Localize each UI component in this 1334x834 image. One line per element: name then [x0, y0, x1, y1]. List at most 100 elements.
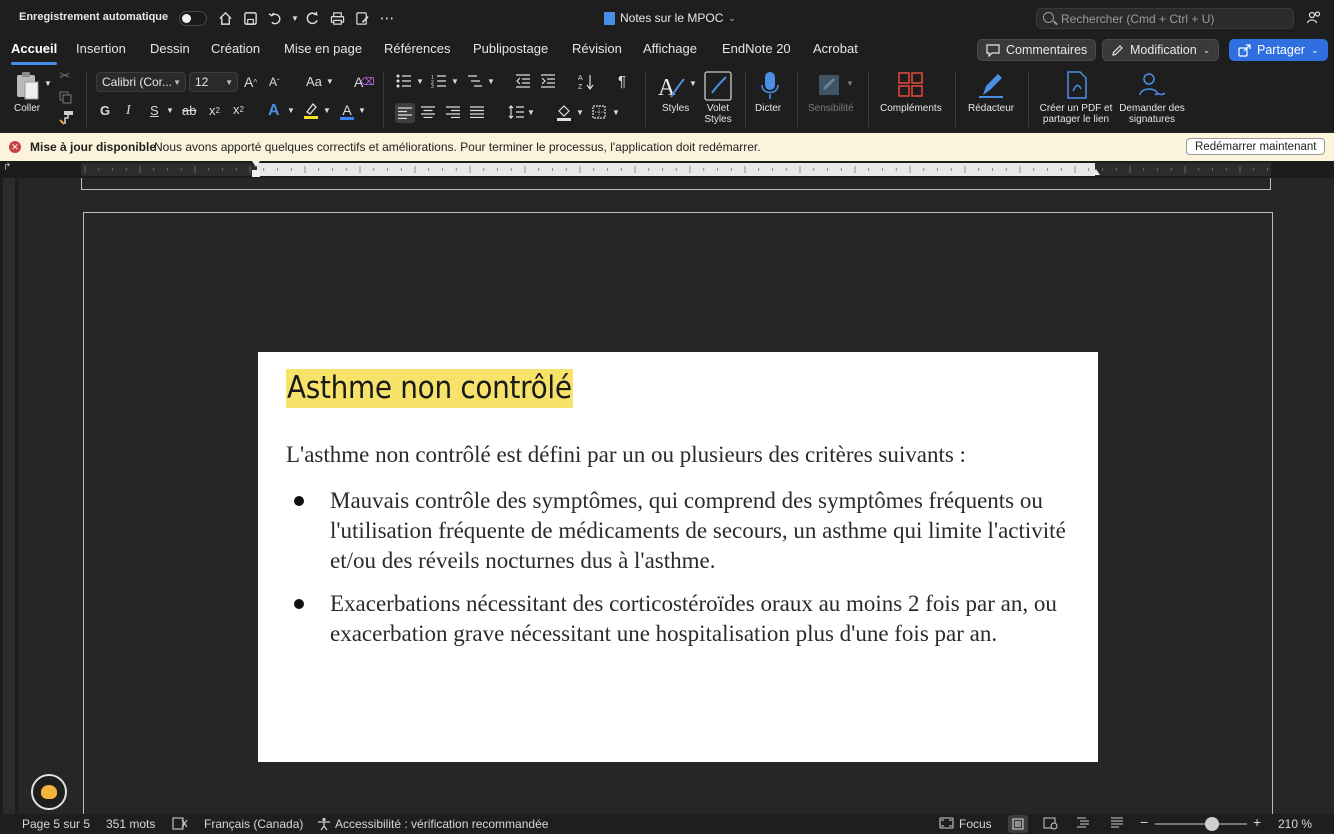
grow-font-icon[interactable]: A ^ [244, 74, 257, 90]
vertical-ruler[interactable] [0, 178, 18, 814]
zoom-slider-track[interactable] [1155, 823, 1247, 825]
tab-revision[interactable]: Révision [572, 41, 622, 56]
tab-stop-icon[interactable]: ↱ [3, 162, 11, 173]
edit-document-icon[interactable] [353, 9, 371, 27]
tab-creation[interactable]: Création [211, 41, 260, 56]
print-icon[interactable] [328, 9, 346, 27]
bold-button[interactable]: G [100, 103, 110, 118]
outline-view-button[interactable] [1076, 817, 1090, 832]
horizontal-ruler[interactable]: ↱ [0, 161, 1334, 178]
chevron-down-icon[interactable]: ▼ [323, 106, 331, 115]
search-input[interactable]: Rechercher (Cmd + Ctrl + U) [1036, 8, 1294, 29]
decrease-indent-icon[interactable] [515, 74, 531, 88]
tab-endnote[interactable]: EndNote 20 [722, 41, 791, 56]
chevron-down-icon[interactable]: ▼ [451, 77, 459, 86]
tab-acrobat[interactable]: Acrobat [813, 41, 858, 56]
zoom-slider-handle[interactable] [1205, 817, 1219, 831]
zoom-out-button[interactable]: − [1140, 814, 1148, 830]
language-indicator[interactable]: Français (Canada) [204, 817, 303, 831]
chevron-down-icon[interactable]: ▼ [287, 106, 295, 115]
highlight-color-icon[interactable] [303, 102, 319, 120]
sort-icon[interactable]: AZ [578, 73, 594, 91]
chevron-down-icon[interactable]: ▼ [358, 106, 366, 115]
subscript-icon[interactable]: x2 [209, 103, 220, 118]
undo-icon[interactable] [266, 9, 284, 27]
underline-dropdown-icon[interactable]: ▼ [166, 106, 174, 115]
tab-affichage[interactable]: Affichage [643, 41, 697, 56]
styles-pane-button[interactable] [703, 70, 733, 102]
zoom-level[interactable]: 210 % [1278, 817, 1312, 831]
redo-icon[interactable] [303, 9, 321, 27]
restart-now-button[interactable]: Redémarrer maintenant [1186, 138, 1326, 155]
strikethrough-button[interactable]: ab [182, 103, 196, 118]
addins-icon[interactable] [896, 70, 926, 100]
more-icon[interactable]: ⋯ [378, 9, 396, 27]
people-icon[interactable] [1305, 9, 1323, 27]
format-painter-icon[interactable] [58, 109, 74, 125]
font-size-select[interactable]: 12 ▼ [189, 72, 238, 92]
copy-icon[interactable] [58, 90, 72, 104]
change-case-button[interactable]: Aa ▼ [306, 74, 334, 89]
share-button[interactable]: Partager ⌄ [1229, 39, 1328, 61]
chevron-down-icon[interactable]: ▼ [527, 108, 535, 117]
superscript-icon[interactable]: x2 [233, 102, 244, 117]
editor-icon[interactable] [976, 70, 1006, 100]
italic-button[interactable]: I [126, 103, 131, 119]
document-canvas[interactable]: Asthme non contrôlé L'asthme non contrôl… [18, 178, 1334, 814]
request-signatures-icon[interactable] [1137, 70, 1167, 100]
home-icon[interactable] [216, 9, 234, 27]
tab-publipostage[interactable]: Publipostage [473, 41, 548, 56]
chevron-down-icon[interactable]: ▼ [689, 79, 697, 88]
print-layout-view-button[interactable] [1008, 815, 1028, 833]
numbering-icon[interactable]: 123 [431, 74, 447, 88]
shrink-font-icon[interactable]: Aˇ [269, 75, 280, 89]
tab-mise-en-page[interactable]: Mise en page [284, 41, 362, 56]
pilcrow-icon[interactable]: ¶ [618, 73, 626, 90]
zoom-in-button[interactable]: + [1253, 814, 1261, 830]
font-name-select[interactable]: Calibri (Cor... ▼ [96, 72, 186, 92]
chevron-down-icon[interactable]: ▼ [416, 77, 424, 86]
paste-dropdown-icon[interactable]: ▼ [44, 79, 52, 88]
styles-gallery-button[interactable]: A [657, 71, 687, 101]
increase-indent-icon[interactable] [540, 74, 556, 88]
align-right-button[interactable] [446, 106, 460, 118]
chevron-down-icon[interactable]: ▼ [576, 108, 584, 117]
save-icon[interactable] [241, 9, 259, 27]
autosave-toggle[interactable] [179, 11, 207, 26]
text-effects-icon[interactable]: A [268, 102, 280, 120]
comments-button[interactable]: Commentaires [977, 39, 1097, 61]
proofing-icon[interactable] [172, 817, 188, 833]
feedback-heart-button[interactable] [31, 774, 67, 810]
undo-dropdown-icon[interactable]: ▼ [286, 9, 304, 27]
accessibility-icon[interactable] [317, 817, 331, 834]
document-title[interactable]: Notes sur le MPOC ⌄ [604, 11, 736, 25]
font-color-icon[interactable]: A [339, 101, 355, 121]
borders-icon[interactable] [592, 105, 606, 119]
focus-icon[interactable] [939, 817, 954, 832]
line-spacing-icon[interactable] [508, 105, 524, 119]
clear-formatting-icon[interactable]: A ⌫ [354, 74, 374, 90]
close-icon[interactable]: ✕ [9, 141, 21, 153]
left-indent-marker[interactable] [252, 170, 260, 177]
right-indent-marker[interactable] [1092, 169, 1100, 175]
align-left-button[interactable] [395, 103, 415, 123]
pasted-slide-image[interactable]: Asthme non contrôlé L'asthme non contrôl… [258, 352, 1098, 762]
align-center-button[interactable] [421, 106, 435, 118]
chevron-down-icon[interactable]: ▼ [487, 77, 495, 86]
create-pdf-icon[interactable] [1063, 70, 1091, 100]
underline-button[interactable]: S [150, 103, 159, 118]
tab-accueil[interactable]: Accueil [11, 41, 58, 65]
tab-insertion[interactable]: Insertion [76, 41, 126, 56]
cut-icon[interactable]: ✂ [58, 68, 72, 83]
tab-references[interactable]: Références [384, 41, 450, 56]
first-line-indent-marker[interactable] [252, 161, 260, 167]
shading-icon[interactable] [556, 103, 572, 121]
chevron-down-icon[interactable]: ▼ [612, 108, 620, 117]
paste-button[interactable] [12, 70, 42, 102]
draft-view-button[interactable] [1110, 817, 1124, 832]
bullets-icon[interactable] [396, 74, 412, 88]
web-layout-view-button[interactable] [1043, 817, 1058, 833]
microphone-icon[interactable] [759, 70, 781, 102]
accessibility-status[interactable]: Accessibilité : vérification recommandée [335, 817, 548, 831]
justify-button[interactable] [470, 106, 484, 118]
